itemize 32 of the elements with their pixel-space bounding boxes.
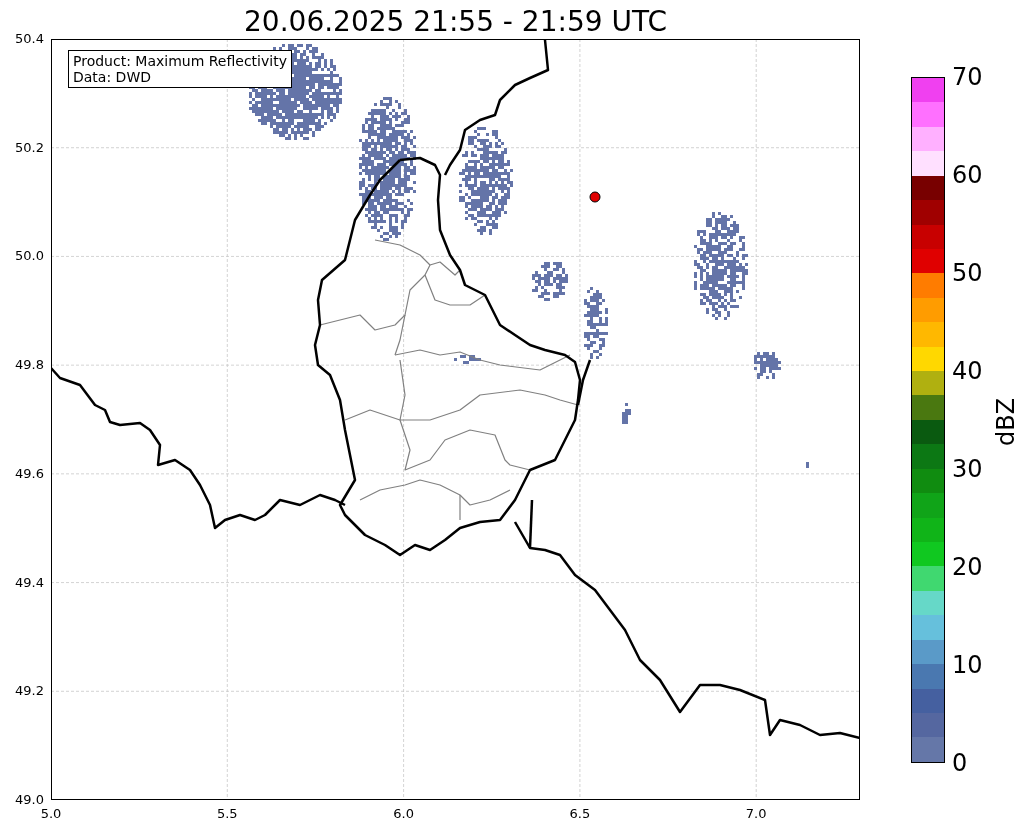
y-axis-tick-label: 49.8	[14, 357, 44, 374]
y-axis-tick-label: 50.4	[14, 31, 44, 47]
x-axis-tick-label: 5.5	[215, 806, 239, 822]
colorbar-tick-label: 20	[952, 554, 983, 580]
radar-echo	[806, 462, 809, 468]
colorbar-tick-label: 60	[952, 162, 983, 188]
colorbar-tick-label: 50	[952, 260, 983, 286]
radar-echo	[622, 403, 631, 424]
y-axis-tick-label: 50.0	[14, 248, 44, 265]
colorbar-tick-label: 0	[952, 750, 968, 776]
location-marker	[589, 191, 601, 203]
legend-text: Data: DWD	[73, 69, 152, 85]
y-axis-tick-label: 49.0	[14, 792, 44, 808]
y-axis-tick-label: 49.6	[14, 465, 44, 482]
y-axis-tick-label: 49.2	[14, 683, 44, 700]
radar-echo	[754, 352, 781, 379]
x-axis-tick-label: 7.0	[744, 806, 768, 822]
legend-text: Product: Maximum Reflectivity	[73, 53, 287, 69]
colorbar-tick-label: 70	[952, 64, 983, 90]
y-axis-tick-label: 49.4	[14, 574, 44, 591]
x-axis-tick-label: 6.5	[568, 806, 592, 822]
y-axis-tick-label: 50.2	[14, 139, 44, 156]
x-axis-tick-label: 5.0	[39, 806, 63, 822]
radar-echo	[454, 355, 481, 364]
colorbar-tick-label: 30	[952, 456, 983, 482]
x-axis-tick-label: 6.0	[392, 806, 415, 822]
chart-title: 20.06.2025 21:55 - 21:59 UTC	[243, 4, 668, 40]
colorbar-tick-label: 10	[952, 652, 983, 678]
radar-echo	[532, 262, 568, 301]
colorbar-label: dBZ	[992, 397, 1021, 447]
radar-echo	[584, 287, 608, 359]
colorbar-tick-label: 40	[952, 358, 983, 384]
